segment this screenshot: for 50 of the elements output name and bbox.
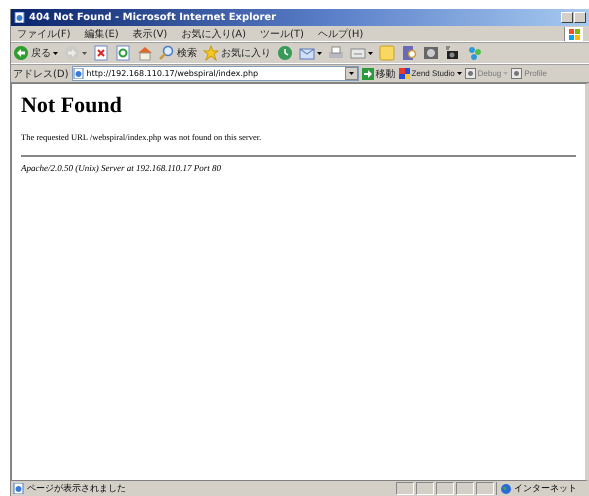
home-icon (137, 45, 153, 61)
globe-icon (501, 484, 511, 494)
zend-toolbar-button[interactable]: Zend Studio (398, 68, 462, 79)
caret-icon (53, 52, 58, 54)
page-icon (14, 12, 25, 23)
star-icon (203, 45, 219, 61)
arrow-icon (362, 68, 374, 80)
menu-item[interactable]: ヘルプ(H) (318, 26, 364, 40)
palette-icon (398, 68, 410, 79)
server-signature: Apache/2.0.50 (Unix) Server at 192.168.110.17 Port 80 (21, 163, 222, 173)
media-icon (423, 45, 439, 61)
page-heading: Not Found (21, 92, 123, 118)
menu-item[interactable]: 表示(V) (132, 26, 168, 40)
zone-label: インターネット (514, 483, 577, 495)
stop-icon (93, 45, 109, 61)
book-icon (401, 45, 417, 61)
maximize-button[interactable] (574, 12, 586, 23)
address-label: アドレス(D) (13, 68, 69, 80)
note-icon (379, 45, 395, 61)
error-message: The requested URL /webspiral/index.php was not found on this server. (21, 132, 262, 142)
messenger-icon (467, 45, 483, 61)
caret-icon (456, 72, 462, 75)
history-icon (277, 45, 293, 61)
minimize-button[interactable] (561, 12, 573, 23)
page-icon (13, 483, 24, 494)
status-message: ページが表示されました (27, 482, 126, 495)
toolbar-button[interactable] (445, 45, 461, 61)
caret-icon (368, 52, 373, 54)
go-button[interactable]: 移動 (362, 66, 396, 80)
toolbar-button[interactable] (401, 45, 417, 61)
toolbar-button[interactable]: お気に入り (203, 45, 271, 61)
dropdown-button[interactable] (344, 67, 358, 80)
address-field[interactable]: http://192.168.110.17/webspiral/index.php (72, 66, 359, 81)
caret-icon (317, 52, 322, 54)
caret-icon (348, 72, 354, 75)
menu-item[interactable]: ツール(T) (260, 26, 304, 40)
toolbar-button[interactable] (93, 45, 109, 61)
window-title: 404 Not Found - Microsoft Internet Explorer (29, 12, 276, 23)
toolbar-button[interactable]: 検索 (159, 45, 197, 61)
search-icon (159, 45, 175, 61)
camera-icon (445, 45, 461, 61)
printer-icon (328, 45, 344, 61)
page-icon (72, 68, 84, 79)
menu-item[interactable]: お気に入り(A) (181, 26, 246, 40)
caret-icon (82, 52, 87, 54)
menu-item[interactable]: 編集(E) (84, 26, 119, 40)
menu-item[interactable]: ファイル(F) (17, 26, 71, 40)
toolbar-button[interactable]: 戻る (13, 45, 58, 61)
caret-icon (503, 72, 508, 75)
refresh-icon (115, 45, 131, 61)
